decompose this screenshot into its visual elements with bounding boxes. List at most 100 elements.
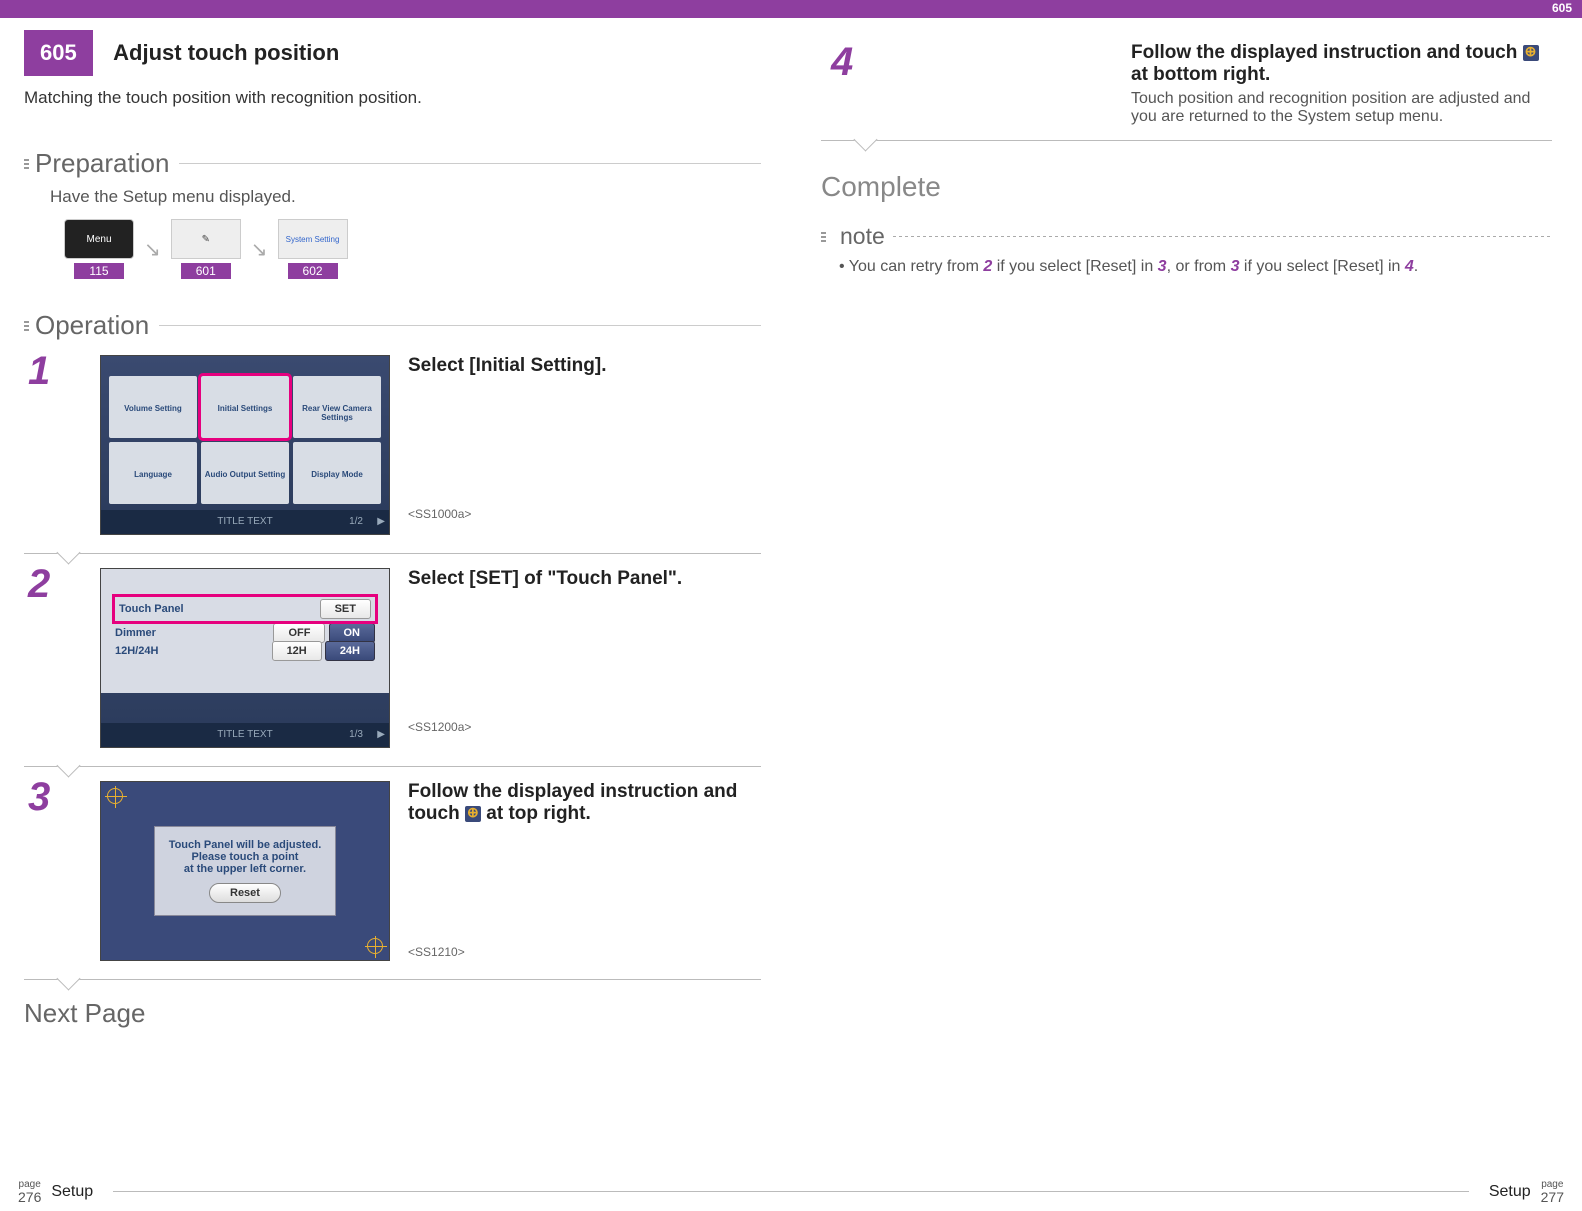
note-t2: , or from bbox=[1167, 258, 1231, 275]
preparation-heading: Preparation bbox=[24, 148, 761, 179]
left-column: 605 Adjust touch position Matching the t… bbox=[0, 18, 791, 1173]
button-set: SET bbox=[320, 599, 371, 619]
dialog-line2: Please touch a point bbox=[169, 851, 322, 863]
pager-arrow-icon: ▶ bbox=[377, 723, 385, 747]
page-label-right: page 277 bbox=[1541, 1180, 1564, 1204]
heading-rule bbox=[893, 236, 1552, 237]
screenshot-page: 1/2 bbox=[349, 510, 363, 534]
footer-section-left: Setup bbox=[51, 1183, 93, 1201]
step-1: 1 Volume Setting Initial Settings Rear V… bbox=[24, 355, 761, 554]
button-on: ON bbox=[329, 623, 376, 643]
pager-arrow-icon: ▶ bbox=[377, 510, 385, 534]
reset-button: Reset bbox=[209, 883, 281, 903]
top-right-section-number: 605 bbox=[1552, 1, 1572, 15]
step-4-title-a: Follow the displayed instruction and tou… bbox=[1131, 42, 1523, 63]
step-number: 2 bbox=[28, 562, 50, 607]
prep-item-602: System Setting 602 bbox=[278, 219, 348, 280]
note-ref-2: 2 bbox=[983, 258, 992, 275]
step-4: 4 Follow the displayed instruction and t… bbox=[821, 42, 1552, 141]
target-icon bbox=[465, 806, 481, 822]
right-column: 4 Follow the displayed instruction and t… bbox=[791, 18, 1582, 1173]
complete-label: Complete bbox=[821, 171, 1552, 203]
heading-rule bbox=[179, 163, 761, 165]
intro-text: Matching the touch position with recogni… bbox=[24, 88, 761, 108]
step-2-text: Select [SET] of "Touch Panel". <SS1200a> bbox=[408, 568, 761, 748]
page-footer: page 276 Setup Setup page 277 bbox=[0, 1173, 1582, 1211]
note-heading-text: note bbox=[840, 223, 885, 250]
tile-audio-output: Audio Output Setting bbox=[201, 442, 289, 504]
target-top-left-icon bbox=[107, 788, 123, 804]
top-bar: 605 bbox=[0, 0, 1582, 18]
step-4-sub: Touch position and recognition position … bbox=[1131, 90, 1552, 126]
note-heading: note bbox=[821, 223, 1552, 250]
note-ref-3a: 3 bbox=[1158, 258, 1167, 275]
button-off: OFF bbox=[273, 623, 325, 643]
label-dimmer: Dimmer bbox=[115, 627, 156, 639]
step-2-screenshot-wrap: Touch Panel SET Dimmer OFF ON bbox=[100, 568, 390, 748]
operation-heading-text: Operation bbox=[35, 310, 149, 341]
screenshot-footer: TITLE TEXT 1/3 ▶ bbox=[101, 723, 389, 747]
screenshot-ss1210: Touch Panel will be adjusted. Please tou… bbox=[100, 781, 390, 961]
page-number-left: 276 bbox=[18, 1190, 41, 1204]
tile-language: Language bbox=[109, 442, 197, 504]
screenshot-code: <SS1200a> bbox=[408, 720, 761, 734]
page-number-right: 277 bbox=[1541, 1190, 1564, 1204]
prep-ref-601: 601 bbox=[181, 263, 231, 279]
step-number: 4 bbox=[831, 40, 853, 85]
page-columns: 605 Adjust touch position Matching the t… bbox=[0, 18, 1582, 1173]
heading-decor-icon bbox=[821, 232, 826, 242]
note-body: • You can retry from 2 if you select [Re… bbox=[839, 258, 1552, 276]
step-1-text: Select [Initial Setting]. <SS1000a> bbox=[408, 355, 761, 535]
preparation-breadcrumb: Menu 115 ↘ ✎ 601 ↘ System Setting 602 bbox=[64, 219, 761, 280]
label-12h24h: 12H/24H bbox=[115, 645, 158, 657]
row-dimmer: Dimmer OFF ON bbox=[115, 627, 375, 639]
step-3-title: Follow the displayed instruction and tou… bbox=[408, 781, 761, 825]
note-ref-4: 4 bbox=[1405, 258, 1414, 275]
screenshot-ss1200a: Touch Panel SET Dimmer OFF ON bbox=[100, 568, 390, 748]
prep-ref-115: 115 bbox=[74, 263, 124, 279]
screenshot-title-text: TITLE TEXT bbox=[217, 516, 272, 527]
step-1-screenshot-wrap: Volume Setting Initial Settings Rear Vie… bbox=[100, 355, 390, 535]
screenshot-code: <SS1210> bbox=[408, 945, 761, 959]
menu-button-image: Menu bbox=[64, 219, 134, 259]
row-touch-panel: Touch Panel SET bbox=[115, 597, 375, 621]
arrow-icon: ↘ bbox=[251, 237, 268, 262]
tile-initial-settings: Initial Settings bbox=[201, 376, 289, 438]
heading-decor-icon bbox=[24, 321, 29, 331]
step-2-title: Select [SET] of "Touch Panel". bbox=[408, 568, 761, 590]
note-t4: . bbox=[1414, 258, 1418, 275]
tile-display-mode: Display Mode bbox=[293, 442, 381, 504]
screenshot-page: 1/3 bbox=[349, 723, 363, 747]
target-bottom-right-icon bbox=[367, 938, 383, 954]
step-3-screenshot-wrap: Touch Panel will be adjusted. Please tou… bbox=[100, 781, 390, 961]
label-touch-panel: Touch Panel bbox=[119, 603, 184, 615]
prep-image-601: ✎ bbox=[171, 219, 241, 259]
section-number-badge: 605 bbox=[24, 30, 93, 76]
preparation-heading-text: Preparation bbox=[35, 148, 169, 179]
heading-rule bbox=[159, 325, 761, 327]
step-4-title: Follow the displayed instruction and tou… bbox=[1131, 42, 1552, 86]
row-12h24h: 12H/24H 12H 24H bbox=[115, 645, 375, 657]
step-4-title-b: at bottom right. bbox=[1131, 64, 1270, 85]
preparation-instruction: Have the Setup menu displayed. bbox=[50, 187, 761, 207]
step-4-text: Follow the displayed instruction and tou… bbox=[1131, 42, 1552, 126]
prep-item-601: ✎ 601 bbox=[171, 219, 241, 280]
page-label-left: page 276 bbox=[18, 1180, 41, 1204]
next-page-label: Next Page bbox=[24, 998, 761, 1029]
page-title: Adjust touch position bbox=[113, 40, 339, 66]
note-t1: if you select [Reset] in bbox=[992, 258, 1157, 275]
step-1-title: Select [Initial Setting]. bbox=[408, 355, 761, 377]
page-header: 605 Adjust touch position bbox=[24, 30, 761, 76]
note-prefix: • You can retry from bbox=[839, 258, 983, 275]
button-12h: 12H bbox=[272, 641, 322, 661]
footer-section-right: Setup bbox=[1489, 1183, 1531, 1201]
step-3-title-b: at top right. bbox=[481, 803, 591, 824]
note-t3: if you select [Reset] in bbox=[1239, 258, 1404, 275]
step-2: 2 Touch Panel SET Dimmer OFF bbox=[24, 568, 761, 767]
step-number: 3 bbox=[28, 775, 50, 820]
operation-heading: Operation bbox=[24, 310, 761, 341]
prep-item-menu: Menu 115 bbox=[64, 219, 134, 280]
dialog-line1: Touch Panel will be adjusted. bbox=[169, 839, 322, 851]
prep-ref-602: 602 bbox=[288, 263, 338, 279]
screenshot-code: <SS1000a> bbox=[408, 507, 761, 521]
